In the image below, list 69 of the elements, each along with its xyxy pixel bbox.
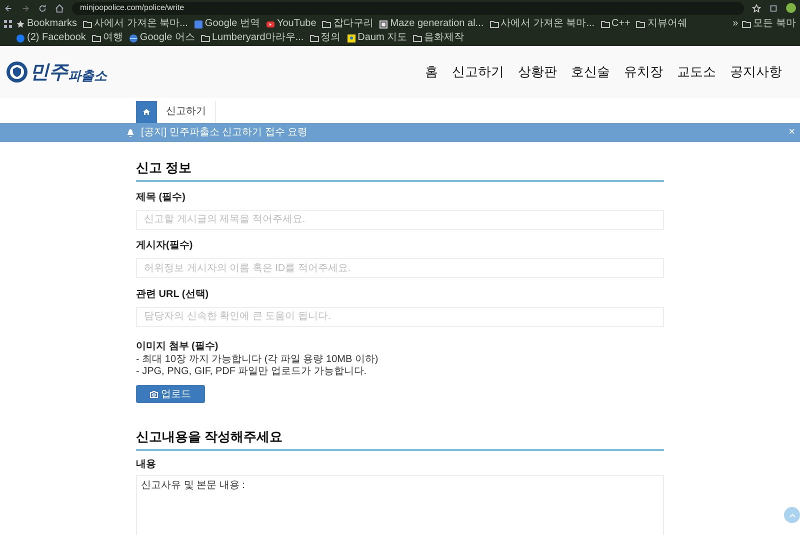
site-logo[interactable]: 민주파출소 (30, 62, 107, 82)
globe-icon (128, 34, 138, 42)
forward-icon[interactable] (21, 4, 30, 12)
content-textarea[interactable]: 신고사유 및 본문 내용 : (136, 474, 664, 535)
nav-link[interactable]: 호신술 (571, 62, 610, 82)
home-icon (143, 109, 150, 115)
folder-icon (200, 34, 210, 42)
url-text: minjoopolice.com/police/write (80, 4, 184, 12)
field-label: 관련 URL (선택) (136, 288, 210, 302)
bookmark-item[interactable]: Lumberyard마라우... (200, 31, 304, 45)
bookmark-item[interactable]: 잡다구리 (322, 17, 374, 31)
nav-link[interactable]: 상황판 (518, 62, 557, 82)
bookmark-item[interactable]: 정의 (310, 31, 341, 45)
address-bar[interactable]: minjoopolice.com/police/write (72, 2, 744, 14)
nav-link[interactable]: 신고하기 (452, 62, 504, 82)
facebook-icon (16, 34, 25, 42)
bookmark-item[interactable]: Bookmarks (16, 17, 78, 31)
bookmarks-overflow[interactable]: » (732, 17, 738, 31)
bookmark-item[interactable]: 사에서 가져온 북마... (83, 17, 188, 31)
apps-grid-icon[interactable] (4, 20, 12, 28)
folder-icon (600, 20, 610, 28)
site-icon (379, 20, 388, 28)
nav-link[interactable]: 홈 (425, 62, 438, 82)
translate-icon (194, 20, 203, 28)
section-title: 신고내용을 작성해주세요 (136, 427, 664, 450)
bookmark-item[interactable]: 지뷰어쉐 (636, 17, 688, 31)
field-label: 제목 (필수) (136, 190, 186, 204)
folder-icon (742, 20, 752, 28)
play-icon (266, 20, 275, 28)
bookmark-item[interactable]: (2) Facebook (16, 31, 86, 45)
police-emblem-icon (6, 61, 28, 83)
bookmark-item[interactable]: Google 번역 (194, 17, 260, 31)
star-icon[interactable] (752, 4, 761, 12)
help-text: - JPG, PNG, GIF, PDF 파일만 업로드가 가능합니다. (136, 366, 368, 378)
input-field[interactable]: 담당자의 신속한 확인에 큰 도움이 됩니다. (136, 306, 664, 326)
bookmark-item[interactable]: 사에서 가져온 북마... (490, 17, 595, 31)
profile-avatar[interactable] (786, 3, 796, 13)
upload-button[interactable]: 업로드 (136, 385, 205, 403)
all-bookmarks-folder[interactable]: 모든 북마 (742, 17, 796, 31)
folder-icon (413, 34, 422, 42)
folder-icon (636, 20, 646, 28)
camera-icon (150, 390, 158, 398)
reload-icon[interactable] (38, 4, 47, 12)
input-field[interactable]: 허위정보 게시자의 이름 혹은 ID를 적어주세요. (136, 258, 664, 278)
chevron-up-icon (788, 512, 796, 518)
nav-link[interactable]: 교도소 (677, 62, 716, 82)
field-label: 내용 (136, 458, 157, 472)
home-icon[interactable] (55, 4, 64, 12)
bookmark-item[interactable]: Daum 지도 (346, 31, 408, 45)
bookmark-item[interactable]: Maze generation al... (379, 17, 484, 31)
map-pin-icon (346, 34, 356, 42)
back-icon[interactable] (4, 4, 13, 12)
folder-icon (490, 20, 499, 28)
bookmark-item[interactable]: 음화제작 (413, 31, 464, 45)
section-title: 신고 정보 (136, 158, 664, 182)
breadcrumb-home-button[interactable] (136, 101, 157, 123)
bookmark-star-icon (16, 20, 25, 28)
field-label: 게시자(필수) (136, 239, 194, 253)
bookmark-item[interactable]: C++ (600, 17, 630, 31)
bell-icon (127, 128, 134, 136)
extensions-icon[interactable] (769, 4, 778, 12)
help-text: - 최대 10장 까지 가능합니다 (각 파일 용량 10MB 이하) (136, 354, 380, 366)
field-label: 이미지 첨부 (필수) (136, 340, 220, 354)
bookmark-item[interactable]: Google 어스 (128, 31, 195, 45)
nav-link[interactable]: 공지사항 (730, 62, 782, 82)
nav-link[interactable]: 유치장 (624, 62, 663, 82)
bookmark-item[interactable]: YouTube (266, 17, 316, 31)
input-field[interactable]: 신고할 게시글의 제목을 적어주세요. (136, 210, 664, 230)
bookmark-item[interactable]: 여행 (92, 31, 123, 45)
